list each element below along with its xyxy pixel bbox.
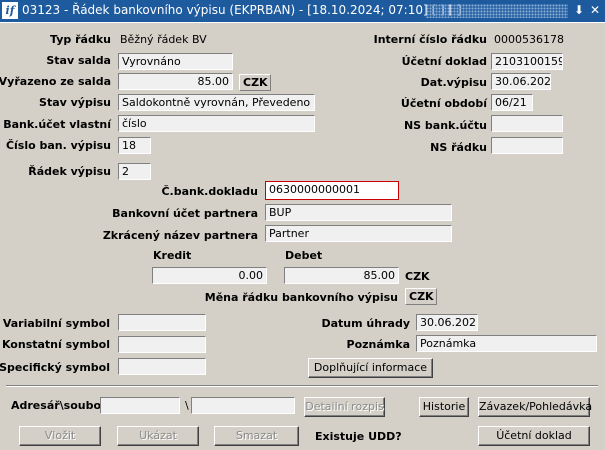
poznamka-field[interactable]: Poznámka: [416, 335, 597, 352]
stav-salda-label: Stav salda: [46, 54, 111, 67]
datum-uhrady-field[interactable]: 30.06.2021: [416, 314, 478, 331]
zkraceny-nazev-partnera-field[interactable]: Partner: [265, 225, 452, 242]
radek-vypisu-field[interactable]: 2: [118, 163, 151, 180]
title-bar: if 03123 - Řádek bankovního výpisu (EKPR…: [0, 0, 605, 22]
window-title: 03123 - Řádek bankovního výpisu (EKPRBAN…: [22, 3, 462, 17]
mena-radku-label: Měna řádku bankovního výpisu: [204, 291, 398, 304]
ns-radku-field[interactable]: [491, 137, 563, 154]
soubor-field[interactable]: [191, 397, 295, 414]
vlozit-button[interactable]: Vložit: [19, 426, 101, 446]
mena-radku-badge: CZK: [405, 288, 437, 305]
typ-radku-value: Běžný řádek BV: [120, 33, 207, 46]
bankovni-ucet-partnera-label: Bankovní účet partnera: [112, 207, 258, 220]
adresar-soubor-label: Adresář\soubor: [11, 399, 107, 412]
c-bank-dokladu-field[interactable]: 0630000000001: [265, 181, 399, 200]
kredit-field[interactable]: 0.00: [152, 267, 267, 284]
dat-vypisu-label: Dat.výpisu: [420, 76, 487, 89]
interni-cislo-radku-value: 0000536178: [494, 33, 564, 46]
close-icon[interactable]: ✕: [588, 2, 602, 18]
path-separator: \: [185, 399, 189, 412]
variabilni-symbol-label: Variabilní symbol: [2, 317, 110, 330]
ucetni-obdobi-label: Účetní období: [400, 97, 487, 110]
minimize-icon[interactable]: ⬇: [572, 2, 586, 18]
ucetni-obdobi-field[interactable]: 06/21: [491, 94, 533, 111]
c-bank-dokladu-label: Č.bank.dokladu: [161, 185, 258, 198]
existuje-udd-label: Existuje UDD?: [315, 430, 402, 443]
typ-radku-label: Typ řádku: [50, 33, 111, 46]
historie-button[interactable]: Historie: [419, 397, 469, 417]
ns-bank-uctu-label: NS bank.účtu: [403, 119, 487, 132]
vyrazeno-currency-badge: CZK: [239, 74, 271, 91]
debet-label: Debet: [285, 249, 323, 262]
stav-salda-field[interactable]: Vyrovnáno: [118, 53, 233, 70]
interni-cislo-radku-label: Interní číslo řádku: [373, 33, 487, 46]
form-body: Typ řádku Běžný řádek BV Stav salda Vyro…: [0, 22, 605, 450]
stav-vypisu-label: Stav výpisu: [39, 96, 111, 109]
ns-radku-label: NS řádku: [430, 141, 487, 154]
cislo-ban-vypisu-field[interactable]: 18: [118, 137, 151, 154]
adresar-field[interactable]: [100, 397, 180, 414]
ucetni-doklad-field[interactable]: 2103100159: [491, 53, 563, 70]
specificky-symbol-field[interactable]: [118, 358, 206, 375]
datum-uhrady-label: Datum úhrady: [321, 317, 411, 330]
konstantni-symbol-label: Konstatní symbol: [1, 338, 110, 351]
app-icon: if: [2, 2, 18, 19]
zavazek-pohledavka-button[interactable]: Závazek/Pohledávka: [478, 397, 592, 417]
title-bar-pattern: [426, 4, 568, 18]
debet-currency: CZK: [405, 270, 430, 283]
ucetni-doklad-button[interactable]: Účetní doklad: [478, 426, 590, 446]
separator: [6, 385, 598, 387]
ukazat-button[interactable]: Ukázat: [117, 426, 199, 446]
stav-vypisu-field[interactable]: Saldokontně vyrovnán, Převedeno: [118, 94, 315, 111]
doplnujici-informace-button[interactable]: Doplňující informace: [308, 358, 433, 378]
debet-field[interactable]: 85.00: [284, 267, 399, 284]
bank-ucet-vlastni-label: Bank.účet vlastní: [3, 118, 111, 131]
zkraceny-nazev-partnera-label: Zkrácený název partnera: [102, 229, 258, 242]
dat-vypisu-field[interactable]: 30.06.2021: [491, 73, 551, 90]
vyrazeno-ze-salda-label: Vyřazeno ze salda: [0, 75, 111, 88]
vyrazeno-ze-salda-field[interactable]: 85.00: [118, 73, 233, 90]
radek-vypisu-label: Řádek výpisu: [28, 165, 111, 178]
detailni-rozpis-button[interactable]: Detailní rozpis: [304, 397, 385, 417]
poznamka-label: Poznámka: [346, 338, 410, 351]
smazat-button[interactable]: Smazat: [214, 426, 299, 446]
ucetni-doklad-label: Účetní doklad: [401, 55, 487, 68]
bank-ucet-vlastni-field[interactable]: číslo: [118, 115, 315, 132]
specificky-symbol-label: Specifický symbol: [0, 361, 110, 374]
konstantni-symbol-field[interactable]: [118, 336, 206, 353]
cislo-ban-vypisu-label: Číslo ban. výpisu: [5, 139, 111, 152]
ns-bank-uctu-field[interactable]: [491, 115, 563, 132]
bankovni-ucet-partnera-field[interactable]: BUP: [265, 204, 452, 221]
variabilni-symbol-field[interactable]: [118, 314, 206, 331]
kredit-label: Kredit: [153, 249, 192, 262]
